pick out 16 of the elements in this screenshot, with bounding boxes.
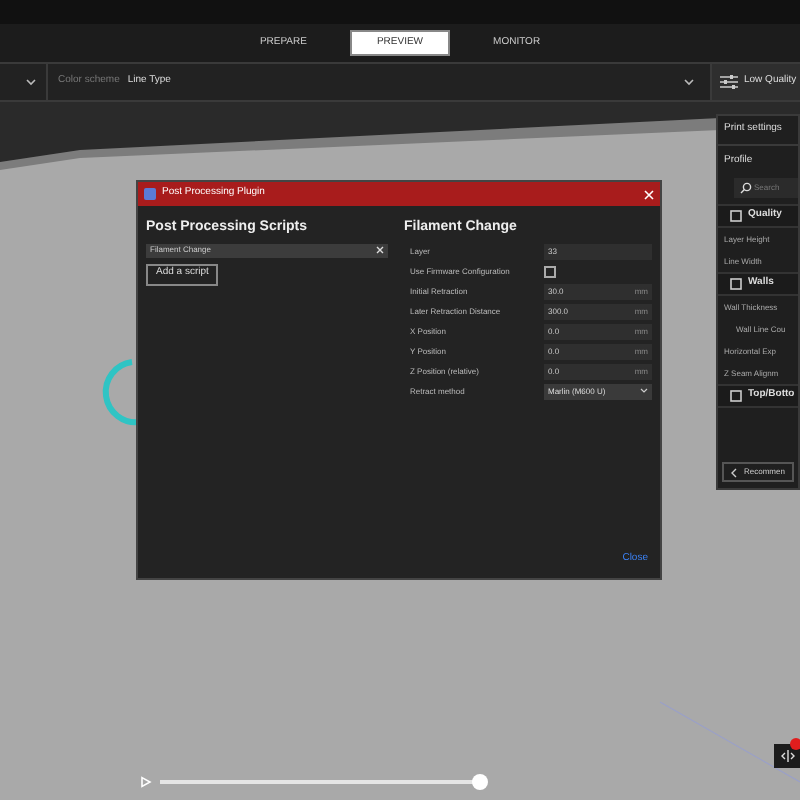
- chevron-down-icon: [26, 78, 36, 86]
- chevron-down-icon: [684, 78, 694, 86]
- close-icon[interactable]: [644, 189, 654, 199]
- chevron-down-icon: [640, 388, 648, 394]
- compare-button[interactable]: [774, 744, 800, 768]
- split-arrows-icon: [779, 750, 795, 762]
- category-icon: [730, 278, 742, 290]
- checkbox[interactable]: [544, 265, 556, 277]
- sliders-icon: [720, 74, 738, 90]
- notification-badge: [790, 738, 800, 750]
- search-icon: [740, 182, 752, 194]
- category-icon: [730, 390, 742, 402]
- category-icon: [730, 210, 742, 222]
- remove-icon[interactable]: [376, 246, 384, 254]
- plugin-icon: [144, 188, 156, 200]
- chevron-left-icon: [730, 467, 738, 477]
